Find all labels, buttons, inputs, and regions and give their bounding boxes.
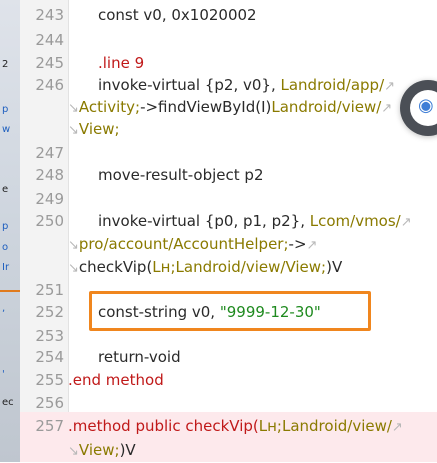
bg-fragment: , [2,303,6,314]
code-token: .end method [68,371,164,389]
line-wrap-icon: ↘ [68,261,79,276]
code-text: .method public checkVip(Lн;Landroid/view… [68,415,403,439]
code-token: Landroid/app/ [280,76,385,94]
bg-fragment: p [2,221,9,232]
code-text: ↘View;)V [68,439,136,463]
bg-fragment: ec [2,397,14,408]
code-token: .method public checkVip( [68,417,259,435]
code-token: const v0, 0x1020002 [98,6,257,24]
code-token: View; [78,441,120,459]
line-number: 253 [35,327,64,345]
code-editor[interactable]: 243 const v0, 0x1020002 244 245 .line 9 246 in… [20,0,437,462]
code-token: )V [326,258,343,276]
line-number: 245 [35,54,64,72]
bg-fragment: ' [2,369,5,380]
code-text: return-void [98,346,181,368]
code-text: invoke-virtual {p2, v0}, Landroid/app/↗ [98,74,395,98]
code-token: checkVip( [78,258,153,276]
bg-fragment: Ir [2,262,10,273]
code-text: ↘View; [68,118,120,142]
line-number: 256 [35,394,64,412]
app-icon: ◉ [418,95,434,116]
background-app-strip: 2 p w e p o Ir , ' ec [0,0,20,462]
code-token: ->findViewById(I) [140,98,272,116]
bg-fragment: 2 [2,59,9,70]
line-wrap-icon: ↘ [68,123,79,138]
bg-divider [0,290,20,292]
code-text: ↘pro/account/AccountHelper;->↗ [68,233,317,257]
line-wrap-icon: ↘ [68,444,79,459]
code-token: View; [78,120,120,138]
line-number: 255 [35,371,64,389]
selection-highlight-box [89,291,371,331]
code-token: invoke-virtual {p0, p1, p2}, [98,212,310,230]
line-wrap-icon: ↗ [384,79,396,94]
code-token: Lcom/vmos/ [309,212,401,230]
line-number: 244 [35,31,64,49]
code-token: )V [119,441,136,459]
code-token: move-result-object p2 [98,166,264,184]
code-text: const v0, 0x1020002 [98,4,257,26]
line-number: 249 [35,190,64,208]
line-number: 254 [35,348,64,366]
line-wrap-icon: ↗ [400,215,412,230]
line-wrap-icon: ↗ [381,101,393,116]
line-number: 252 [35,303,64,321]
line-number: 243 [35,6,64,24]
code-token: Activity; [78,98,141,116]
code-token: pro/account/AccountHelper; [78,235,289,253]
line-number: 257 [35,417,64,435]
line-wrap-icon: ↗ [391,420,403,435]
line-number: 248 [35,166,64,184]
code-text: ↘checkVip(Lн;Landroid/view/View;)V [68,256,342,280]
line-wrap-icon: ↗ [306,238,318,253]
code-token: Lн;Landroid/view/ [258,417,392,435]
code-text: ↘Activity;->findViewById(I)Landroid/view… [68,96,392,120]
code-token: invoke-virtual {p2, v0}, [98,76,281,94]
line-number: 247 [35,144,64,162]
bg-fragment: o [2,242,9,253]
code-token: Lн;Landroid/view/View; [152,258,327,276]
code-token: -> [288,235,307,253]
code-token: return-void [98,348,181,366]
line-wrap-icon: ↘ [68,238,79,253]
code-token: .line 9 [98,54,145,72]
line-number: 251 [35,281,64,299]
code-text: .line 9 [98,52,144,74]
code-text: invoke-virtual {p0, p1, p2}, Lcom/vmos/↗ [98,210,412,234]
bg-fragment: p [2,104,9,115]
line-number: 246 [35,76,64,94]
line-wrap-icon: ↘ [68,101,79,116]
line-number: 250 [35,212,64,230]
code-text: .end method [68,369,164,391]
bg-fragment: e [2,184,9,195]
bg-fragment: w [2,124,11,135]
code-token: Landroid/view/ [271,98,382,116]
code-text: move-result-object p2 [98,164,264,186]
